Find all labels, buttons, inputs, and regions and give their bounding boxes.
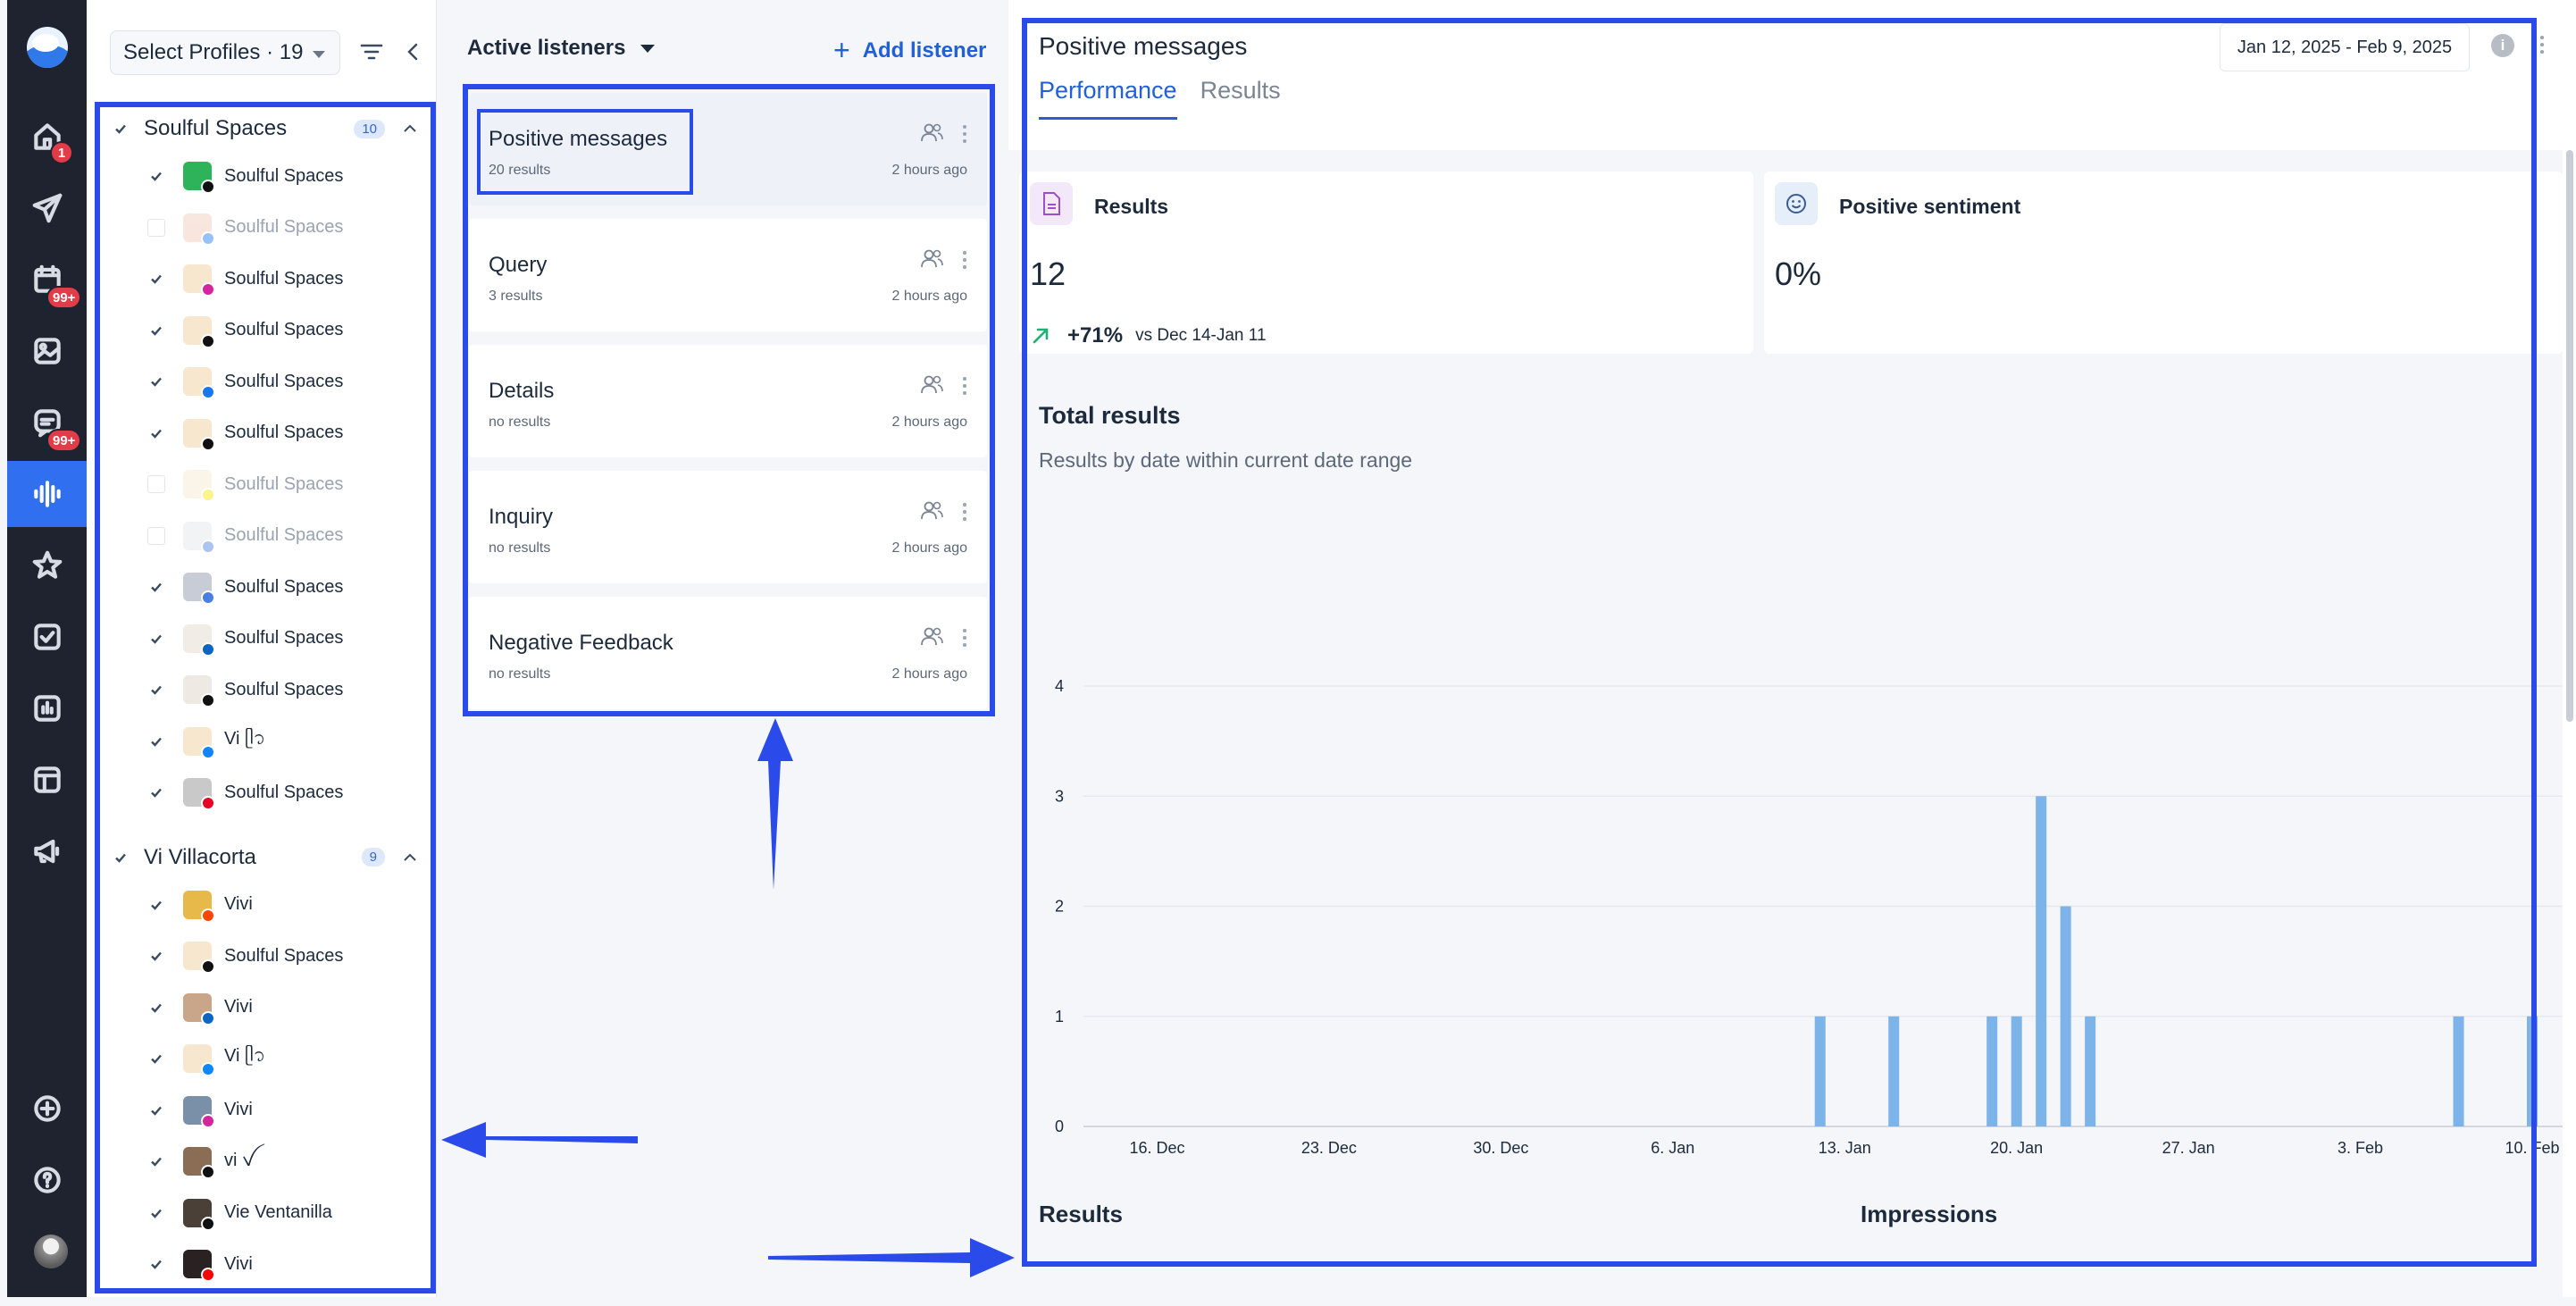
profile-select-dropdown[interactable]: Select Profiles · 19	[110, 30, 340, 75]
more-vertical-icon[interactable]	[2539, 34, 2545, 55]
highlight-box-listener-selected	[477, 109, 693, 195]
megaphone-icon[interactable]	[7, 818, 87, 884]
send-icon[interactable]	[7, 175, 87, 241]
nav-rail: 1 99+ 99+	[7, 0, 87, 1297]
home-badge: 1	[50, 141, 73, 164]
highlight-box-detail	[1022, 18, 2537, 1267]
filter-icon[interactable]	[359, 41, 384, 63]
media-icon[interactable]	[7, 318, 87, 384]
chevron-left-icon[interactable]	[404, 41, 423, 63]
star-icon[interactable]	[7, 532, 87, 599]
inbox-badge: 99+	[46, 429, 82, 452]
add-listener-button[interactable]: + Add listener	[833, 34, 986, 67]
logo-icon[interactable]	[27, 27, 68, 68]
add-icon[interactable]	[7, 1076, 87, 1142]
calendar-badge: 99+	[46, 286, 82, 309]
tasks-icon[interactable]	[7, 604, 87, 670]
reports-icon[interactable]	[7, 675, 87, 741]
add-listener-label: Add listener	[862, 38, 987, 63]
chevron-down-icon[interactable]	[640, 45, 655, 53]
plus-icon: +	[833, 34, 850, 66]
home-icon[interactable]	[7, 104, 87, 170]
layout-icon[interactable]	[7, 747, 87, 813]
listeners-dropdown[interactable]: Active listeners	[467, 36, 625, 61]
listening-icon[interactable]	[7, 461, 87, 527]
highlight-box-profiles	[95, 102, 436, 1293]
scrollbar[interactable]	[2566, 150, 2573, 722]
profile-select-label: Select Profiles · 19	[123, 40, 304, 64]
help-icon[interactable]	[7, 1147, 87, 1213]
user-avatar[interactable]	[34, 1235, 68, 1268]
app-window: 1 99+ 99+ Select Profiles · 19 Soulful S…	[0, 0, 2576, 1306]
chevron-down-icon	[313, 51, 325, 58]
